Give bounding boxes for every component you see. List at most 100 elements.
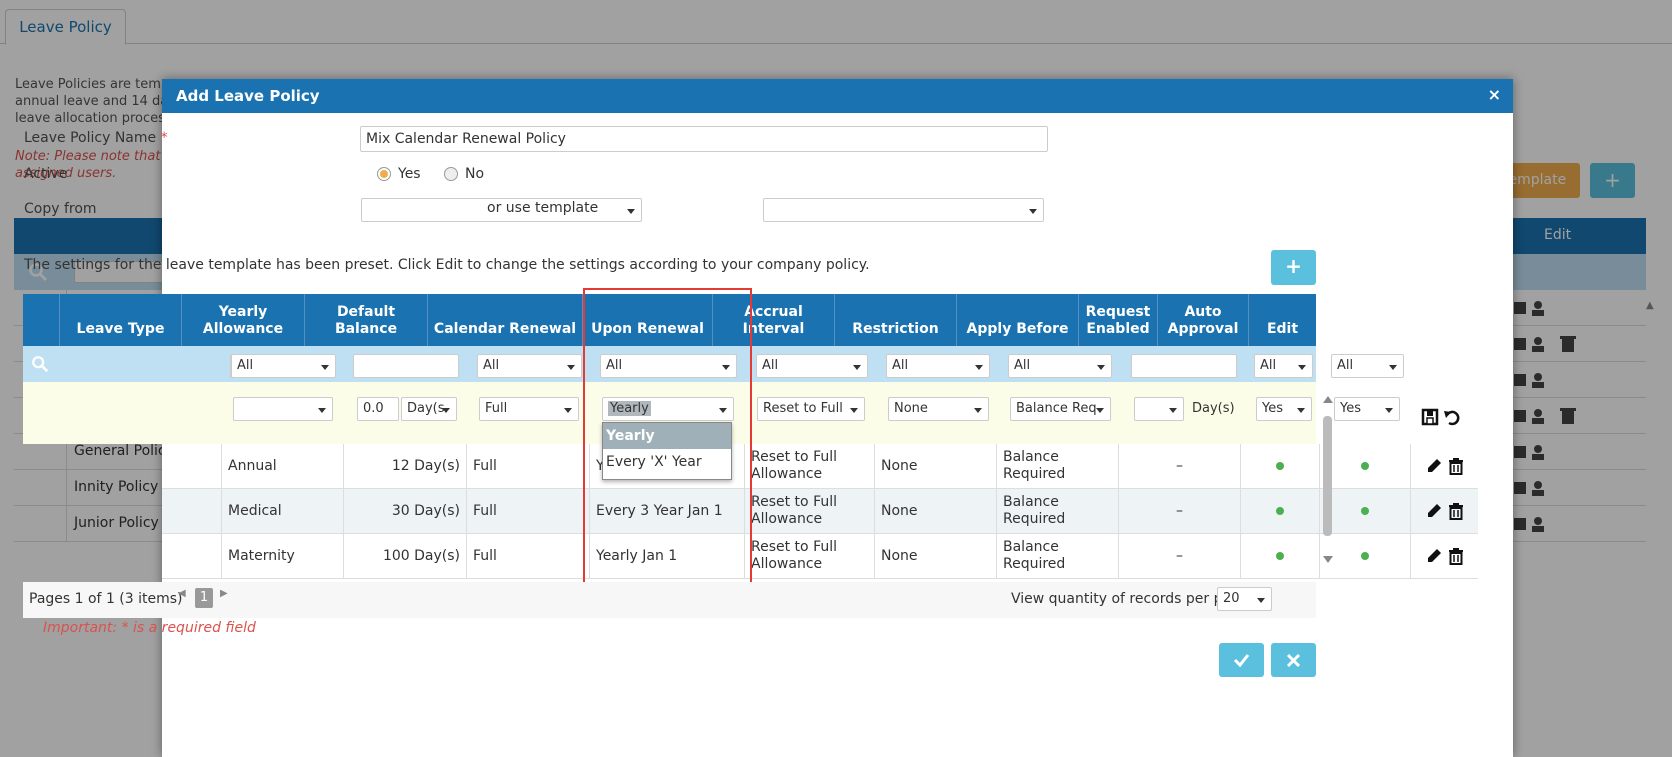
active-yes-radio[interactable]	[377, 167, 391, 181]
header-leave-type: Leave Type	[60, 294, 182, 346]
cell-accrual-interval: None	[875, 534, 997, 578]
chevron-down-icon	[1097, 365, 1105, 370]
filter-auto-approval-select[interactable]: All	[1331, 354, 1404, 378]
cell-apply-before: –	[1119, 444, 1241, 488]
cell-accrual-interval: None	[875, 489, 997, 533]
chevron-down-icon	[1096, 408, 1104, 413]
scroll-down-icon[interactable]	[1323, 556, 1333, 563]
row-select-cell[interactable]	[185, 534, 222, 578]
cell-restriction: Balance Required	[997, 444, 1119, 488]
cell-yearly-allowance: 12 Day(s)	[344, 444, 467, 488]
copy-from-label: Copy from	[24, 201, 97, 217]
chevron-down-icon	[1297, 408, 1305, 413]
cell-apply-before: –	[1119, 489, 1241, 533]
edit-calendar-renewal-select[interactable]: Yearly	[602, 397, 734, 421]
filter-apply-before-input[interactable]	[1131, 354, 1237, 378]
filter-accrual-interval-select[interactable]: All	[886, 354, 990, 378]
table-row[interactable]: Medical 30 Day(s) Full Every 3 Year Jan 1 Re…	[162, 489, 1478, 534]
close-icon[interactable]: ×	[1488, 85, 1501, 104]
option-yearly[interactable]: Yearly	[603, 423, 731, 449]
cancel-button[interactable]	[1271, 643, 1316, 677]
required-field-note: Important: * is a required field	[43, 620, 256, 636]
edit-auto-approval-select[interactable]: Yes	[1334, 397, 1400, 421]
cell-leave-type: Annual	[222, 444, 344, 488]
trash-icon[interactable]	[1447, 502, 1465, 520]
cell-default-balance: Full	[467, 489, 590, 533]
filter-request-enabled-select[interactable]: All	[1254, 354, 1313, 378]
chevron-down-icon	[1029, 209, 1037, 214]
filter-upon-renewal-select[interactable]: All	[756, 354, 868, 378]
table-row[interactable]: Maternity 100 Day(s) Full Yearly Jan 1 Reset…	[162, 534, 1478, 579]
undo-icon[interactable]	[1443, 408, 1461, 426]
enabled-dot-icon	[1361, 552, 1369, 560]
edit-allowance-unit-select[interactable]: Day(s	[401, 397, 457, 421]
cell-apply-before: –	[1119, 534, 1241, 578]
header-yearly-allowance: Yearly Allowance	[182, 294, 305, 346]
chevron-down-icon	[1385, 408, 1393, 413]
edit-pencil-icon[interactable]	[1425, 547, 1443, 565]
add-leave-type-button[interactable]: +	[1271, 250, 1316, 285]
trash-icon[interactable]	[1447, 457, 1465, 475]
header-upon-renewal: Upon Renewal	[583, 294, 713, 346]
filter-calendar-renewal-select[interactable]: All	[600, 354, 737, 378]
chevron-down-icon	[850, 408, 858, 413]
cell-restriction: Balance Required	[997, 489, 1119, 533]
chevron-down-icon	[975, 365, 983, 370]
header-restriction: Restriction	[835, 294, 957, 346]
edit-restriction-select[interactable]: Balance Req	[1010, 397, 1111, 421]
chevron-down-icon	[321, 365, 329, 370]
records-per-page-select[interactable]: 20	[1217, 587, 1272, 611]
edit-leave-type-select[interactable]	[233, 397, 333, 421]
edit-accrual-interval-select[interactable]: None	[888, 397, 989, 421]
chevron-down-icon	[318, 408, 326, 413]
pager-summary: Pages 1 of 1 (3 items)	[29, 591, 183, 607]
filter-yearly-allowance-input[interactable]	[353, 354, 459, 378]
current-page-number[interactable]: 1	[195, 588, 213, 608]
filter-default-balance-select[interactable]: All	[477, 354, 582, 378]
cell-restriction: Balance Required	[997, 534, 1119, 578]
header-auto-approval: Auto Approval	[1158, 294, 1249, 346]
template-select[interactable]	[763, 198, 1044, 222]
enabled-dot-icon	[1276, 507, 1284, 515]
save-row-icon[interactable]	[1421, 408, 1439, 426]
chevron-down-icon	[719, 408, 727, 413]
enabled-dot-icon	[1361, 507, 1369, 515]
policy-name-label: Leave Policy Name *	[24, 130, 168, 146]
cell-default-balance: Full	[467, 444, 590, 488]
scroll-thumb[interactable]	[1323, 416, 1332, 536]
edit-apply-before-select[interactable]	[1134, 397, 1184, 421]
filter-restriction-select[interactable]: All	[1008, 354, 1112, 378]
cell-leave-type: Medical	[222, 489, 344, 533]
edit-pencil-icon[interactable]	[1425, 502, 1443, 520]
next-page-icon[interactable]: ▶	[220, 588, 228, 599]
edit-allowance-input[interactable]: 0.0	[357, 397, 399, 421]
scroll-up-icon[interactable]	[1323, 396, 1333, 403]
chevron-down-icon	[1389, 365, 1397, 370]
confirm-button[interactable]	[1219, 643, 1264, 677]
edit-default-balance-select[interactable]: Full	[479, 397, 579, 421]
grid-scrollbar[interactable]	[1319, 394, 1337, 569]
policy-name-input[interactable]	[360, 126, 1048, 152]
trash-icon[interactable]	[1447, 547, 1465, 565]
active-no-label: No	[465, 166, 485, 182]
row-select-cell[interactable]	[185, 444, 222, 488]
edit-pencil-icon[interactable]	[1425, 457, 1443, 475]
enabled-dot-icon	[1361, 462, 1369, 470]
cell-upon-renewal: Reset to Full Allowance	[745, 534, 875, 578]
edit-request-enabled-select[interactable]: Yes	[1256, 397, 1312, 421]
edit-upon-renewal-select[interactable]: Reset to Full	[757, 397, 865, 421]
cell-calendar-renewal: Yearly Jan 1	[590, 534, 745, 578]
cell-leave-type: Maternity	[222, 534, 344, 578]
table-row[interactable]: Annual 12 Day(s) Full Y Reset to Full Allowa…	[162, 444, 1478, 489]
check-icon	[1233, 654, 1250, 668]
prev-page-icon[interactable]: ◀	[178, 588, 186, 599]
header-accrual-interval: Accrual Interval	[713, 294, 835, 346]
filter-leave-type-select[interactable]: All	[231, 354, 336, 378]
chevron-down-icon	[627, 209, 635, 214]
enabled-dot-icon	[1276, 552, 1284, 560]
active-no-radio[interactable]	[444, 167, 458, 181]
option-every-x-year[interactable]: Every 'X' Year	[603, 449, 731, 475]
row-select-cell[interactable]	[185, 489, 222, 533]
records-per-page-label: View quantity of records per page	[1011, 591, 1249, 607]
cell-default-balance: Full	[467, 534, 590, 578]
